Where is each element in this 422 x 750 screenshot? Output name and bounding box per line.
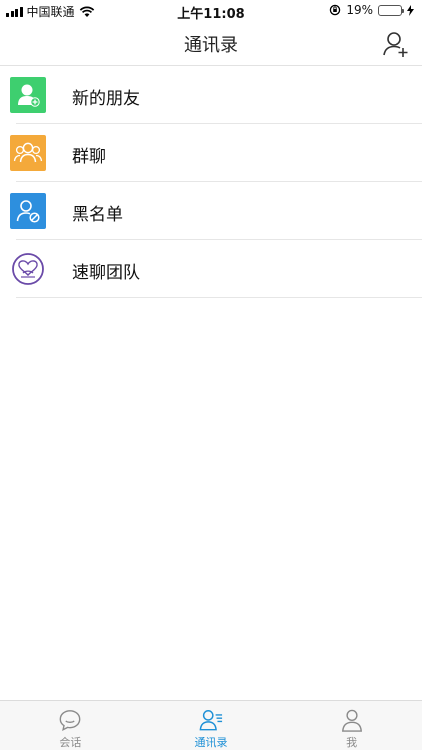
group-chat-icon <box>10 135 46 171</box>
divider <box>16 297 422 298</box>
tab-contacts[interactable]: 通讯录 <box>141 701 282 750</box>
battery-icon <box>378 4 404 16</box>
list-item-team[interactable]: 速聊团队 <box>0 240 422 298</box>
tab-label: 会话 <box>59 736 82 749</box>
rotation-lock-icon <box>330 4 341 16</box>
add-contact-icon[interactable] <box>382 30 410 58</box>
status-right: 19% <box>329 3 414 17</box>
team-logo-icon <box>10 251 46 287</box>
tab-chats[interactable]: 会话 <box>0 701 141 750</box>
list-item-blacklist[interactable]: 黑名单 <box>0 182 422 240</box>
contact-list: 新的朋友 群聊 黑名单 速聊团队 <box>0 66 422 298</box>
chat-bubble-icon <box>59 710 81 731</box>
battery-percent: 19% <box>346 3 373 17</box>
tab-bar: 会话 通讯录 我 <box>0 700 422 750</box>
blacklist-icon <box>10 193 46 229</box>
list-item-group-chat[interactable]: 群聊 <box>0 124 422 182</box>
new-friend-icon <box>10 77 46 113</box>
list-item-label: 新的朋友 <box>72 89 140 109</box>
charging-icon <box>407 4 414 16</box>
page-title: 通讯录 <box>184 35 238 56</box>
profile-icon <box>341 709 362 732</box>
contacts-icon <box>199 710 223 731</box>
list-item-new-friends[interactable]: 新的朋友 <box>0 66 422 124</box>
tab-me[interactable]: 我 <box>281 701 422 750</box>
nav-bar: 通讯录 <box>0 22 422 66</box>
status-bar: 中国联通 上午11:08 19% <box>0 0 422 22</box>
tab-label: 我 <box>346 736 358 749</box>
list-item-label: 黑名单 <box>72 205 123 225</box>
list-item-label: 速聊团队 <box>72 263 140 283</box>
list-item-label: 群聊 <box>72 147 106 167</box>
tab-label: 通讯录 <box>194 736 228 749</box>
